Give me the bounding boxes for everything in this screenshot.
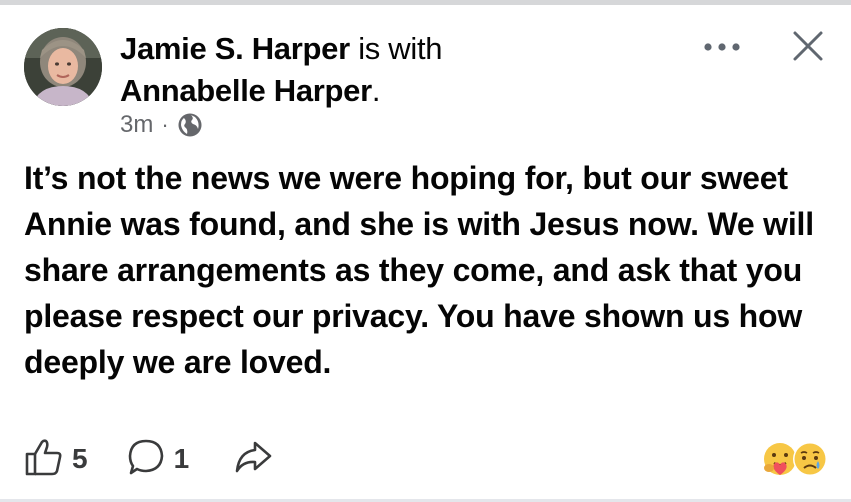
comment-button[interactable]: 1: [126, 437, 190, 482]
comment-count: 1: [173, 443, 190, 474]
top-divider: [0, 0, 851, 5]
tagged-name[interactable]: Annabelle Harper: [120, 73, 372, 108]
meta-separator: ·: [161, 112, 169, 137]
post-actions: 5 1: [24, 437, 273, 481]
author-name[interactable]: Jamie S. Harper: [120, 31, 350, 66]
post-header-title: Jamie S. Harper is with Annabelle Harper…: [120, 28, 640, 112]
thumbs-up-icon: [24, 437, 64, 482]
sad-emoji-icon: [792, 441, 828, 477]
more-dots-icon: [702, 39, 742, 57]
reaction-summary[interactable]: [762, 441, 832, 481]
like-count: 5: [72, 443, 88, 474]
share-button[interactable]: [233, 437, 273, 482]
with-text: is with: [358, 31, 443, 66]
post-meta: 3m ·: [120, 110, 203, 140]
close-icon: [792, 30, 824, 67]
globe-icon[interactable]: [177, 112, 203, 138]
post-text: It’s not the news we were hoping for, bu…: [24, 160, 814, 380]
share-arrow-icon: [233, 437, 273, 482]
more-options-button[interactable]: [700, 34, 744, 62]
comment-bubble-icon: [126, 437, 166, 482]
like-button[interactable]: 5: [24, 437, 88, 482]
post-timestamp[interactable]: 3m: [120, 111, 153, 139]
close-button[interactable]: [786, 26, 830, 70]
tagged-period: .: [371, 73, 381, 108]
avatar[interactable]: [24, 28, 102, 106]
